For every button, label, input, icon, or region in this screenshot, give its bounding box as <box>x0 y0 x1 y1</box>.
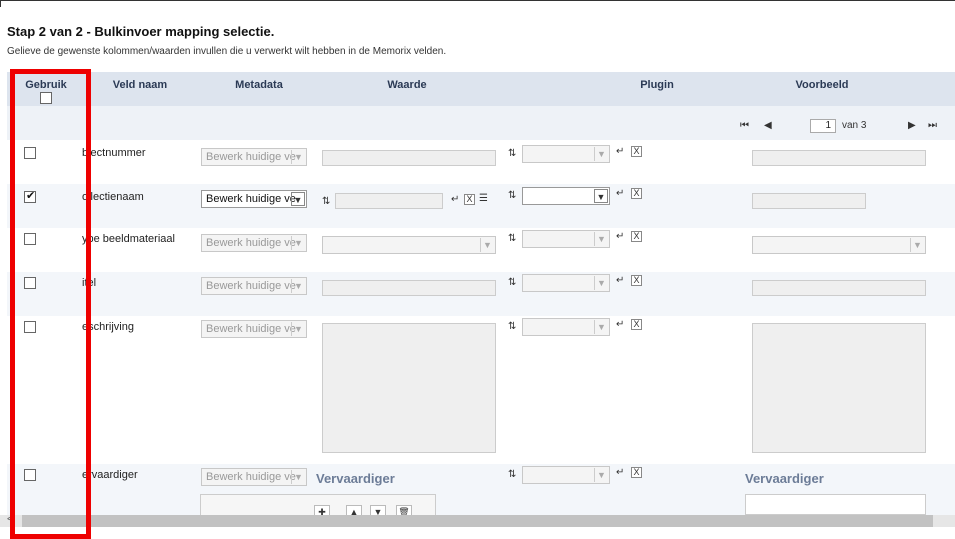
enter-icon[interactable]: ↵ <box>616 231 624 243</box>
plugin-select[interactable]: ▼ <box>522 230 610 248</box>
clear-icon[interactable]: X <box>631 146 642 157</box>
plugin-select[interactable]: ▼ <box>522 274 610 292</box>
metadata-select[interactable]: Bewerk huidige ve ▼ <box>201 234 307 252</box>
example-textarea <box>752 323 926 453</box>
value-input[interactable] <box>322 280 496 296</box>
column-header-metadata: Metadata <box>235 79 283 91</box>
swap-icon[interactable]: ⇅ <box>322 196 330 208</box>
field-name: bjectnummer <box>82 147 146 159</box>
enter-icon[interactable]: ↵ <box>616 146 624 158</box>
swap-icon[interactable]: ⇅ <box>508 321 516 333</box>
enter-icon[interactable]: ↵ <box>616 188 624 200</box>
swap-icon[interactable]: ⇅ <box>508 233 516 245</box>
top-border <box>0 0 955 7</box>
page-title: Stap 2 van 2 - Bulkinvoer mapping select… <box>7 24 275 39</box>
column-header-voorbeeld: Voorbeeld <box>795 79 849 91</box>
enter-icon[interactable]: ↵ <box>451 194 459 206</box>
clear-icon[interactable]: X <box>631 188 642 199</box>
page-count-label: van 3 <box>842 120 867 131</box>
enter-icon[interactable]: ↵ <box>616 275 624 287</box>
example-input <box>745 494 926 515</box>
list-icon[interactable]: ☰ <box>479 193 488 205</box>
plugin-select[interactable]: ▼ <box>522 466 610 484</box>
metadata-select[interactable]: Bewerk huidige ve ▼ <box>201 277 307 295</box>
highlight-box <box>10 69 91 539</box>
swap-icon[interactable]: ⇅ <box>508 148 516 160</box>
clear-icon[interactable]: X <box>464 194 475 205</box>
example-input <box>752 193 866 209</box>
example-input <box>752 150 926 166</box>
scrollbar-thumb[interactable] <box>22 515 933 527</box>
metadata-select[interactable]: Bewerk huidige ve ▼ <box>201 320 307 338</box>
clear-icon[interactable]: X <box>631 319 642 330</box>
column-header-waarde: Waarde <box>387 79 427 91</box>
swap-icon[interactable]: ⇅ <box>508 277 516 289</box>
field-name: ollectienaam <box>82 191 144 203</box>
page-subtitle: Gelieve de gewenste kolommen/waarden inv… <box>7 46 447 57</box>
swap-icon[interactable]: ⇅ <box>508 190 516 202</box>
field-name: ype beeldmateriaal <box>82 233 175 245</box>
metadata-select[interactable]: Bewerk huidige ve ▼ <box>201 468 307 486</box>
metadata-select[interactable]: Bewerk huidige ve ▼ <box>201 148 307 166</box>
table-header: Gebruik Veld naam Metadata Waarde Plugin… <box>7 72 955 106</box>
clear-icon[interactable]: X <box>631 467 642 478</box>
enter-icon[interactable]: ↵ <box>616 467 624 479</box>
page-number-input[interactable]: 1 <box>810 119 836 133</box>
last-page-icon[interactable]: ⏭ <box>928 120 937 131</box>
value-textarea[interactable] <box>322 323 496 453</box>
next-page-icon[interactable]: ▶ <box>908 120 916 131</box>
prev-page-icon[interactable]: ◀ <box>764 120 772 131</box>
example-input <box>752 280 926 296</box>
example-group-heading: Vervaardiger <box>745 471 824 486</box>
value-select[interactable]: ▼ <box>322 236 496 254</box>
value-input[interactable] <box>322 150 496 166</box>
enter-icon[interactable]: ↵ <box>616 319 624 331</box>
first-page-icon[interactable]: ⏮ <box>740 120 749 131</box>
swap-icon[interactable]: ⇅ <box>508 469 516 481</box>
value-group-heading: Vervaardiger <box>316 471 395 486</box>
clear-icon[interactable]: X <box>631 275 642 286</box>
plugin-select[interactable]: ▼ <box>522 318 610 336</box>
plugin-select[interactable]: ▼ <box>522 187 610 205</box>
clear-icon[interactable]: X <box>631 231 642 242</box>
example-select: ▼ <box>752 236 926 254</box>
plugin-select[interactable]: ▼ <box>522 145 610 163</box>
column-header-plugin: Plugin <box>640 79 674 91</box>
value-input[interactable] <box>335 193 443 209</box>
metadata-select[interactable]: Bewerk huidige ve ▼ <box>201 190 307 208</box>
column-header-veld-naam: Veld naam <box>112 79 168 91</box>
